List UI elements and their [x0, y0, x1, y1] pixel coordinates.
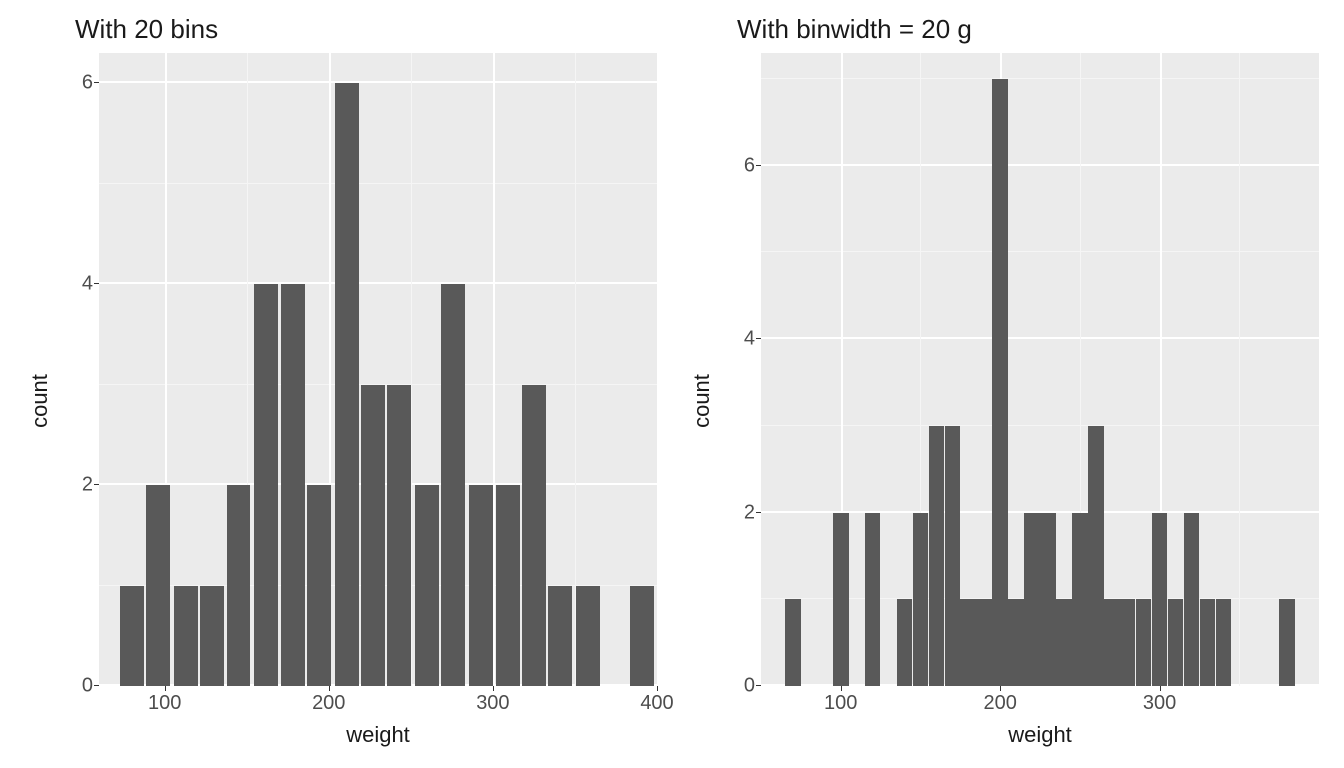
histogram-bar [415, 485, 439, 686]
chart-title: With 20 bins [75, 14, 657, 45]
histogram-bar [913, 513, 929, 686]
x-tick-label: 400 [640, 692, 673, 715]
histogram-bar [1184, 513, 1200, 686]
histogram-bar [200, 586, 224, 686]
histogram-bar [576, 586, 600, 686]
y-tick-label: 0 [744, 675, 755, 698]
histogram-bar [469, 485, 493, 686]
histogram-bar [929, 426, 945, 686]
histogram-bar [1152, 513, 1168, 686]
histogram-bar [1056, 599, 1072, 686]
gridline-h-minor [761, 425, 1319, 426]
chart-area: 0246 100200300400 weight [55, 53, 657, 748]
histogram-bar [1216, 599, 1232, 686]
y-tick-label: 0 [82, 675, 93, 698]
y-tick-label: 6 [82, 72, 93, 95]
histogram-bar [630, 586, 654, 686]
chart-title: With binwidth = 20 g [737, 14, 1319, 45]
histogram-bar [120, 586, 144, 686]
histogram-bar [1136, 599, 1152, 686]
plot-row: 0246 [717, 53, 1319, 686]
histogram-bar [960, 599, 976, 686]
y-tick-label: 4 [82, 273, 93, 296]
histogram-bar [1072, 513, 1088, 686]
histogram-bar [1168, 599, 1184, 686]
chart-block: count 0 2 4 6 100 200 300 weight [687, 53, 1319, 748]
histogram-bar [1200, 599, 1216, 686]
x-tick-label: 300 [1143, 692, 1176, 715]
y-axis-title: count [687, 53, 717, 748]
histogram-bar [548, 586, 572, 686]
page: With 20 bins count 0 2 4 6 100 200 300 400 wei… [0, 0, 1344, 768]
histogram-bar [307, 485, 331, 686]
x-axis-title: weight [99, 722, 657, 748]
y-tick-label: 2 [82, 474, 93, 497]
histogram-bar [1008, 599, 1024, 686]
plot-row: 0246 [55, 53, 657, 686]
histogram-bar [174, 586, 198, 686]
histogram-bar [254, 284, 278, 686]
x-tick-label: 100 [824, 692, 857, 715]
histogram-bar [865, 513, 881, 686]
y-axis-title: count [25, 53, 55, 748]
gridline-v-minor [1239, 53, 1240, 686]
gridline-h [99, 81, 657, 83]
histogram-bar [1088, 426, 1104, 686]
gridline-h [761, 337, 1319, 339]
gridline-h-minor [99, 183, 657, 184]
histogram-bar [1040, 513, 1056, 686]
histogram-bar [1120, 599, 1136, 686]
chart-block: count 0246 100200300400 weight [25, 53, 657, 748]
histogram-bar [1279, 599, 1295, 686]
x-axis-labels: 100200300400 [99, 686, 657, 720]
chart-panel-left: With 20 bins count 0 2 4 6 100 200 300 400 wei… [10, 0, 672, 758]
histogram-bar [945, 426, 961, 686]
histogram-bar [1104, 599, 1120, 686]
gridline-h [761, 164, 1319, 166]
histogram-bar [992, 79, 1008, 686]
x-tick-label: 100 [148, 692, 181, 715]
plot-area [761, 53, 1319, 686]
gridline-h [99, 282, 657, 284]
histogram-bar [146, 485, 170, 686]
histogram-bar [976, 599, 992, 686]
x-tick-label: 200 [312, 692, 345, 715]
y-axis-labels: 0246 [55, 53, 99, 686]
histogram-bar [281, 284, 305, 686]
histogram-bar [387, 385, 411, 686]
histogram-bar [361, 385, 385, 686]
y-axis-labels: 0246 [717, 53, 761, 686]
chart-panel-right: With binwidth = 20 g count 0 2 4 6 100 200 30… [672, 0, 1334, 758]
histogram-bar [441, 284, 465, 686]
gridline-h-minor [761, 251, 1319, 252]
histogram-bar [785, 599, 801, 686]
x-axis-labels: 100 200 300 [761, 686, 1319, 720]
x-tick-label: 200 [983, 692, 1016, 715]
histogram-bar [496, 485, 520, 686]
x-tick-label: 300 [476, 692, 509, 715]
plot-area [99, 53, 657, 686]
histogram-bar [227, 485, 251, 686]
y-tick-label: 6 [744, 154, 755, 177]
histogram-bar [833, 513, 849, 686]
histogram-bar [1024, 513, 1040, 686]
gridline-h-minor [761, 78, 1319, 79]
x-axis-title: weight [761, 722, 1319, 748]
histogram-bar [897, 599, 913, 686]
y-tick-label: 4 [744, 328, 755, 351]
histogram-bar [522, 385, 546, 686]
histogram-bar [335, 83, 359, 686]
y-tick-label: 2 [744, 501, 755, 524]
chart-area: 0 2 4 6 100 200 300 weight [717, 53, 1319, 748]
